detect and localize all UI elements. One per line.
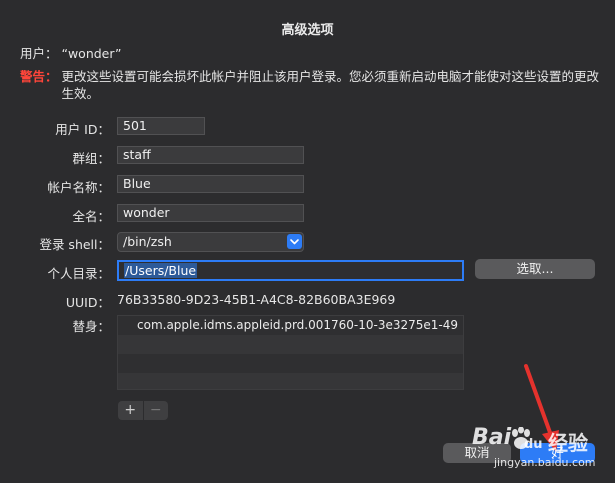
add-alias-button[interactable]: + bbox=[118, 401, 144, 420]
group-label: 群组： bbox=[72, 151, 110, 166]
full-name-label: 全名： bbox=[72, 209, 110, 224]
home-dir-field[interactable]: /Users/Blue bbox=[117, 260, 464, 281]
home-dir-value: /Users/Blue bbox=[124, 263, 198, 278]
group-field[interactable]: staff bbox=[117, 146, 304, 164]
annotation-arrow-icon bbox=[524, 364, 559, 452]
warning-label: 警告： bbox=[20, 69, 58, 84]
account-name-field[interactable]: Blue bbox=[117, 175, 304, 193]
login-shell-label: 登录 shell： bbox=[39, 237, 110, 252]
choose-button[interactable]: 选取... bbox=[475, 259, 595, 279]
account-name-label: 帐户名称： bbox=[47, 180, 110, 195]
remove-alias-button[interactable]: − bbox=[144, 401, 169, 420]
chevron-down-icon[interactable] bbox=[287, 234, 302, 249]
user-id-field[interactable]: 501 bbox=[117, 117, 205, 135]
full-name-field[interactable]: wonder bbox=[117, 204, 304, 222]
list-item[interactable]: com.apple.idms.appleid.prd.001760-10-3e3… bbox=[118, 316, 463, 335]
advanced-options-dialog: 高级选项 用户： “wonder” 警告： 更改这些设置可能会损坏此帐户并阻止该… bbox=[0, 0, 615, 483]
user-line: 用户： “wonder” bbox=[20, 46, 122, 61]
warning-text: 更改这些设置可能会损坏此帐户并阻止该用户登录。您必须重新启动电脑才能使对这些设置… bbox=[61, 69, 600, 101]
uuid-value: 76B33580-9D23-45B1-A4C8-82B60BA3E969 bbox=[117, 292, 396, 307]
home-dir-label: 个人目录： bbox=[47, 266, 110, 281]
uuid-label: UUID： bbox=[65, 295, 110, 310]
aliases-label: 替身： bbox=[72, 319, 110, 334]
list-item[interactable] bbox=[118, 354, 463, 373]
cancel-button[interactable]: 取消 bbox=[443, 443, 511, 463]
list-controls: + − bbox=[118, 401, 168, 420]
list-item[interactable] bbox=[118, 335, 463, 354]
login-shell-select[interactable]: /bin/zsh bbox=[117, 232, 304, 252]
list-item[interactable] bbox=[118, 373, 463, 389]
login-shell-value: /bin/zsh bbox=[123, 234, 172, 249]
warning-message: 警告： 更改这些设置可能会损坏此帐户并阻止该用户登录。您必须重新启动电脑才能使对… bbox=[20, 68, 605, 102]
dialog-title: 高级选项 bbox=[281, 23, 334, 38]
aliases-list[interactable]: com.apple.idms.appleid.prd.001760-10-3e3… bbox=[117, 315, 464, 390]
user-id-label: 用户 ID： bbox=[55, 122, 110, 137]
